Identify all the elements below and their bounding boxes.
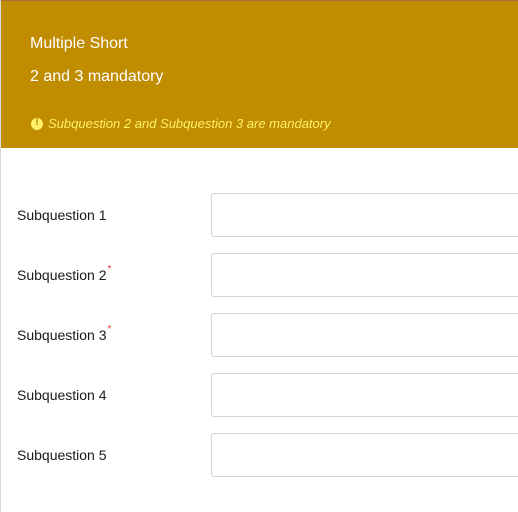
required-marker: * (107, 324, 112, 335)
question-header: Multiple Short 2 and 3 mandatory ! Subqu… (1, 1, 518, 148)
subquestion-label-text: Subquestion 4 (17, 387, 107, 403)
subquestion-label-4: Subquestion 4 (17, 387, 108, 403)
subquestion-input-1[interactable] (211, 193, 518, 237)
subquestion-label-3: Subquestion 3* (17, 324, 112, 343)
question-title: Multiple Short (30, 35, 128, 52)
mandatory-warning-text: Subquestion 2 and Subquestion 3 are mand… (48, 116, 331, 131)
subquestion-label-text: Subquestion 2 (17, 267, 107, 283)
mandatory-warning: ! Subquestion 2 and Subquestion 3 are ma… (31, 116, 331, 131)
subquestion-label-text: Subquestion 3 (17, 327, 107, 343)
subquestion-label-5: Subquestion 5 (17, 447, 108, 463)
subquestion-input-2[interactable] (211, 253, 518, 297)
subquestion-row-5: Subquestion 5 (1, 433, 518, 479)
subquestion-input-3[interactable] (211, 313, 518, 357)
exclamation-circle-icon: ! (31, 117, 43, 130)
subquestion-label-text: Subquestion 1 (17, 207, 107, 223)
subquestion-label-text: Subquestion 5 (17, 447, 107, 463)
required-marker: * (107, 264, 112, 275)
question-help-text: 2 and 3 mandatory (30, 68, 164, 85)
subquestion-input-5[interactable] (211, 433, 518, 477)
subquestion-label-1: Subquestion 1 (17, 207, 108, 223)
subquestion-label-2: Subquestion 2* (17, 264, 112, 283)
subquestion-row-3: Subquestion 3* (1, 313, 518, 359)
subquestion-input-4[interactable] (211, 373, 518, 417)
survey-page: Multiple Short 2 and 3 mandatory ! Subqu… (0, 0, 518, 512)
subquestion-row-1: Subquestion 1 (1, 193, 518, 239)
subquestion-row-4: Subquestion 4 (1, 373, 518, 419)
subquestion-row-2: Subquestion 2* (1, 253, 518, 299)
